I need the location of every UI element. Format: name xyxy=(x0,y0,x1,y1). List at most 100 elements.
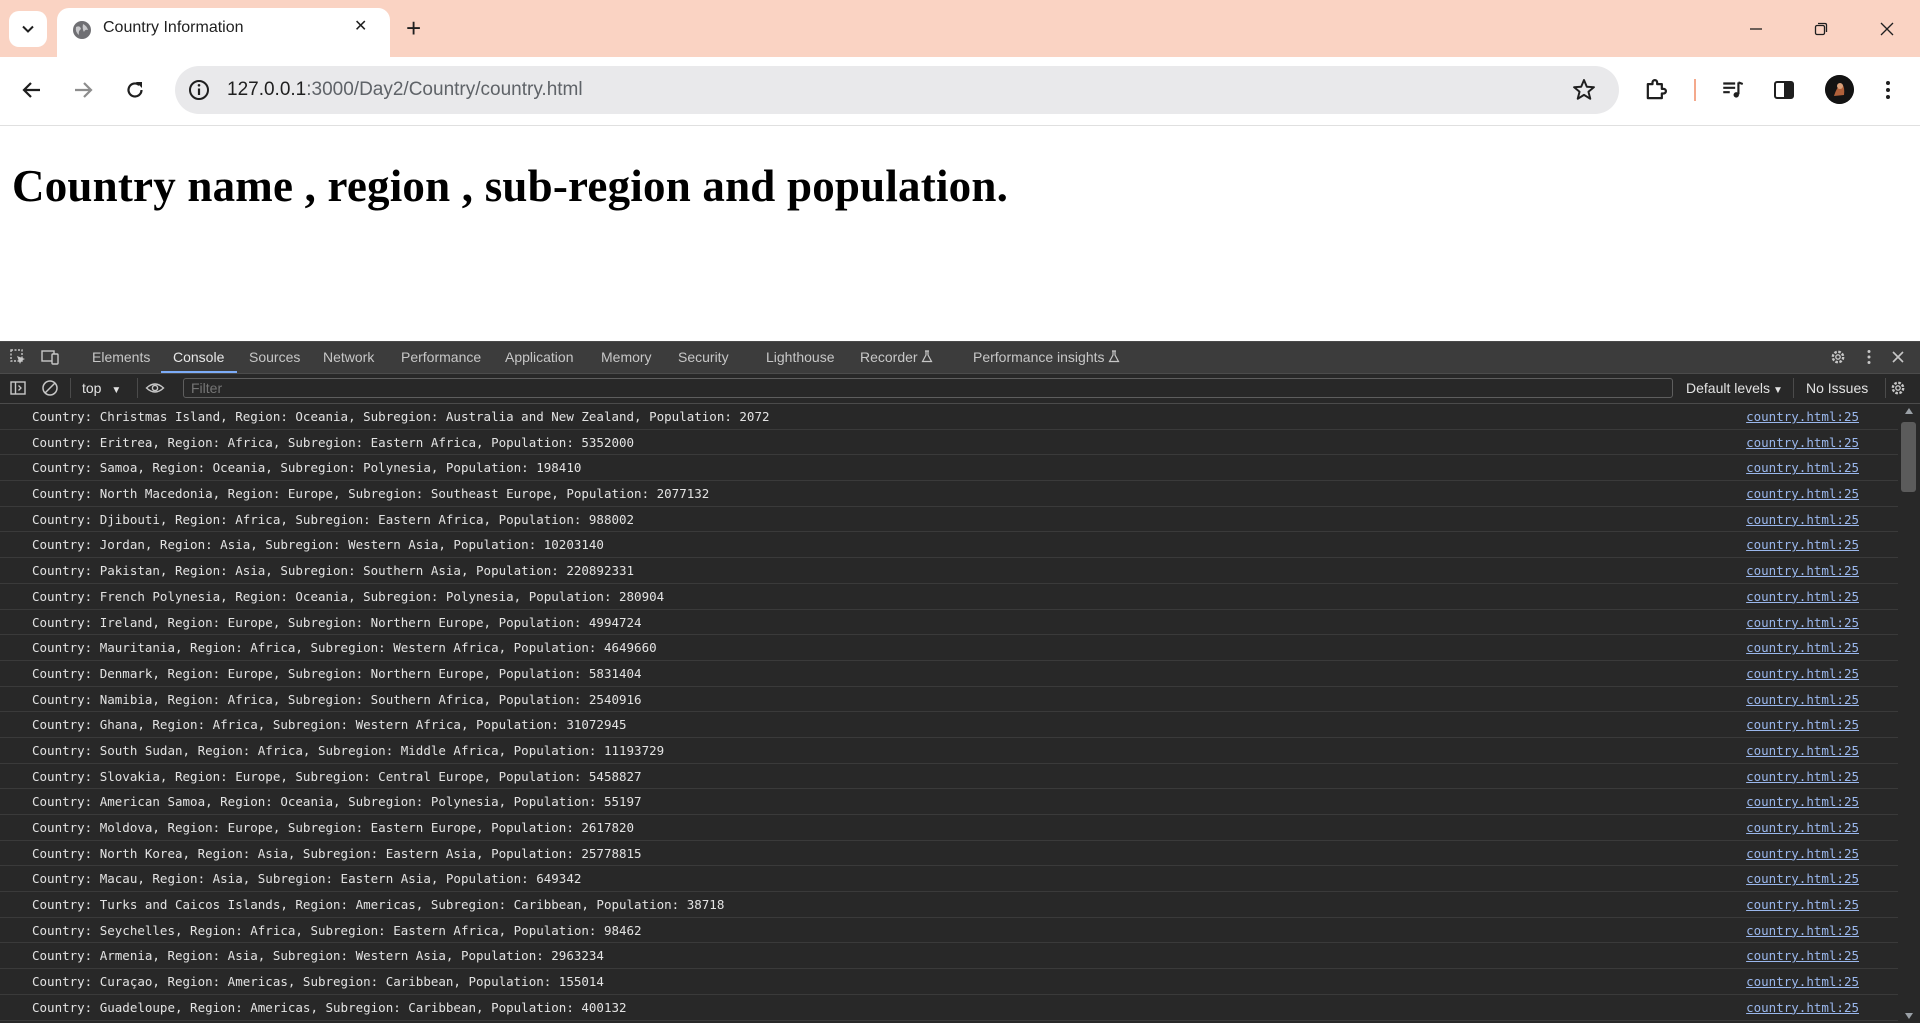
console-log-source-link[interactable]: country.html:25 xyxy=(1746,871,1859,886)
device-toolbar-button[interactable] xyxy=(40,347,60,367)
console-log-source-link[interactable]: country.html:25 xyxy=(1746,743,1859,758)
close-tab-icon[interactable]: ✕ xyxy=(354,19,367,35)
console-log-message: Country: Namibia, Region: Africa, Subreg… xyxy=(32,691,642,707)
close-window-button[interactable] xyxy=(1864,14,1910,44)
playlist-music-icon xyxy=(1723,81,1744,98)
console-log-message: Country: Eritrea, Region: Africa, Subreg… xyxy=(32,434,635,450)
scroll-thumb[interactable] xyxy=(1901,422,1916,492)
bookmark-star-icon[interactable] xyxy=(1571,77,1597,103)
console-filter-input[interactable] xyxy=(183,378,1673,398)
console-log-message: Country: Seychelles, Region: Africa, Sub… xyxy=(32,922,642,938)
console-log-source-link[interactable]: country.html:25 xyxy=(1746,897,1859,912)
scroll-down-arrow-icon[interactable] xyxy=(1905,1013,1913,1019)
console-log-source-link[interactable]: country.html:25 xyxy=(1746,615,1859,630)
console-log-row: Country: Jordan, Region: Asia, Subregion… xyxy=(0,532,1898,559)
console-log-source-link[interactable]: country.html:25 xyxy=(1746,948,1859,963)
new-tab-button[interactable]: + xyxy=(406,13,421,43)
media-controls-button[interactable] xyxy=(1717,74,1749,106)
tab-performance-insights[interactable]: Performance insights xyxy=(973,349,1120,365)
live-expression-button[interactable] xyxy=(145,378,165,398)
console-log-source-link[interactable]: country.html:25 xyxy=(1746,486,1859,501)
console-log-source-link[interactable]: country.html:25 xyxy=(1746,460,1859,475)
devtools-more-button[interactable] xyxy=(1859,347,1879,367)
reload-button[interactable] xyxy=(117,72,153,108)
devtools-tab-bar: Elements Console Sources Network Perform… xyxy=(0,342,1920,374)
minimize-icon xyxy=(1750,28,1762,30)
console-log-source-link[interactable]: country.html:25 xyxy=(1746,846,1859,861)
tab-security[interactable]: Security xyxy=(678,349,729,365)
console-messages: Country: Christmas Island, Region: Ocean… xyxy=(0,404,1898,1023)
console-log-message: Country: American Samoa, Region: Oceania… xyxy=(32,794,642,810)
console-log-row: Country: Guadeloupe, Region: Americas, S… xyxy=(0,995,1898,1021)
restore-icon xyxy=(1814,22,1828,36)
console-log-source-link[interactable]: country.html:25 xyxy=(1746,974,1859,989)
scroll-up-arrow-icon[interactable] xyxy=(1905,408,1913,414)
clear-console-button[interactable] xyxy=(40,378,60,398)
inspect-element-button[interactable] xyxy=(8,347,28,367)
close-icon xyxy=(1880,22,1894,36)
tab-sources[interactable]: Sources xyxy=(249,349,300,365)
console-log-message: Country: Slovakia, Region: Europe, Subre… xyxy=(32,768,642,784)
back-button[interactable] xyxy=(14,72,50,108)
console-log-row: Country: American Samoa, Region: Oceania… xyxy=(0,789,1898,815)
tab-recorder[interactable]: Recorder xyxy=(860,349,933,365)
console-log-source-link[interactable]: country.html:25 xyxy=(1746,409,1859,424)
restore-button[interactable] xyxy=(1798,14,1844,44)
console-log-source-link[interactable]: country.html:25 xyxy=(1746,640,1859,655)
tab-memory[interactable]: Memory xyxy=(601,349,652,365)
console-log-source-link[interactable]: country.html:25 xyxy=(1746,435,1859,450)
console-log-source-link[interactable]: country.html:25 xyxy=(1746,692,1859,707)
console-log-message: Country: Ghana, Region: Africa, Subregio… xyxy=(32,717,627,733)
console-log-row: Country: Ireland, Region: Europe, Subreg… xyxy=(0,610,1898,636)
console-settings-button[interactable] xyxy=(1888,378,1908,398)
devtools-settings-button[interactable] xyxy=(1828,347,1848,367)
console-log-row: Country: Denmark, Region: Europe, Subreg… xyxy=(0,661,1898,687)
console-log-source-link[interactable]: country.html:25 xyxy=(1746,717,1859,732)
forward-button[interactable] xyxy=(65,72,101,108)
console-log-source-link[interactable]: country.html:25 xyxy=(1746,563,1859,578)
tab-title: Country Information xyxy=(103,19,244,36)
sidebar-toggle-button[interactable] xyxy=(8,378,28,398)
console-log-source-link[interactable]: country.html:25 xyxy=(1746,769,1859,784)
console-log-source-link[interactable]: country.html:25 xyxy=(1746,666,1859,681)
console-log-source-link[interactable]: country.html:25 xyxy=(1746,794,1859,809)
console-log-source-link[interactable]: country.html:25 xyxy=(1746,820,1859,835)
extensions-button[interactable] xyxy=(1640,74,1672,106)
tab-console[interactable]: Console xyxy=(173,349,224,365)
console-log-source-link[interactable]: country.html:25 xyxy=(1746,537,1859,552)
console-log-source-link[interactable]: country.html:25 xyxy=(1746,1000,1859,1015)
tab-application[interactable]: Application xyxy=(505,349,574,365)
console-log-row: Country: Christmas Island, Region: Ocean… xyxy=(0,404,1898,430)
tab-lighthouse[interactable]: Lighthouse xyxy=(766,349,835,365)
console-log-message: Country: North Macedonia, Region: Europe… xyxy=(32,486,710,502)
browser-menu-button[interactable] xyxy=(1872,74,1904,106)
console-log-source-link[interactable]: country.html:25 xyxy=(1746,589,1859,604)
browser-tab[interactable]: Country Information ✕ xyxy=(57,8,390,57)
tab-recorder-label: Recorder xyxy=(860,349,918,365)
console-scrollbar[interactable] xyxy=(1898,404,1920,1023)
console-log-source-link[interactable]: country.html:25 xyxy=(1746,923,1859,938)
tab-performance[interactable]: Performance xyxy=(401,349,481,365)
side-panel-button[interactable] xyxy=(1768,74,1800,106)
toolbar-divider xyxy=(1885,378,1886,398)
log-levels-dropdown[interactable]: Default levels ▼ xyxy=(1686,380,1783,396)
console-log-source-link[interactable]: country.html:25 xyxy=(1746,512,1859,527)
tab-elements[interactable]: Elements xyxy=(92,349,150,365)
address-bar[interactable]: 127.0.0.1:3000/Day2/Country/country.html xyxy=(175,66,1619,114)
more-vertical-icon xyxy=(1886,81,1890,99)
tab-network[interactable]: Network xyxy=(323,349,374,365)
flask-icon xyxy=(1108,350,1120,363)
devtools-close-button[interactable] xyxy=(1888,347,1908,367)
caret-down-icon: ▼ xyxy=(111,385,122,396)
gear-icon xyxy=(1891,381,1905,395)
inspect-icon xyxy=(10,349,25,364)
site-info-icon[interactable] xyxy=(187,78,211,102)
issues-counter[interactable]: No Issues xyxy=(1806,380,1868,396)
profile-avatar[interactable] xyxy=(1825,75,1854,104)
minimize-button[interactable] xyxy=(1733,14,1779,44)
context-selector[interactable]: top ▼ xyxy=(82,380,121,396)
tab-search-button[interactable] xyxy=(9,11,47,47)
more-vertical-icon xyxy=(1867,350,1871,364)
console-log-message: Country: Armenia, Region: Asia, Subregio… xyxy=(32,948,604,964)
console-log-message: Country: North Korea, Region: Asia, Subr… xyxy=(32,845,642,861)
